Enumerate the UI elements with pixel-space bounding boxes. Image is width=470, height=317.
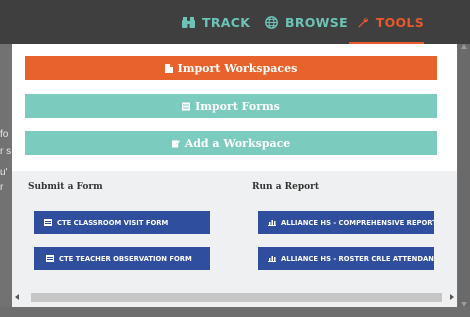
globe-icon [265, 15, 278, 29]
comprehensive-report-button[interactable]: ALLIANCE HS - COMPREHENSIVE REPORT [258, 211, 434, 234]
page-bottom-strip [0, 307, 470, 317]
bar-chart-icon [268, 256, 276, 262]
top-nav: TRACK BROWSE TOOLS [0, 0, 470, 44]
binoculars-icon [182, 16, 195, 28]
add-workspace-button[interactable]: Add a Workspace [25, 131, 437, 155]
import-workspaces-button[interactable]: Import Workspaces [25, 56, 437, 80]
import-forms-label: Import Forms [195, 99, 280, 113]
tools-dropdown-panel: Import Workspaces Import Forms Add a Wor… [12, 44, 457, 307]
nav-browse[interactable]: BROWSE [265, 0, 348, 44]
horizontal-scrollbar[interactable] [12, 292, 457, 303]
nav-track-label: TRACK [202, 14, 251, 30]
import-workspaces-label: Import Workspaces [177, 61, 298, 75]
document-icon [164, 63, 173, 73]
tools-actions-area: Import Workspaces Import Forms Add a Wor… [12, 44, 457, 171]
nav-tools[interactable]: TOOLS [349, 0, 424, 44]
scroll-right-arrow-icon[interactable] [450, 294, 454, 300]
submit-form-heading: Submit a Form [28, 182, 103, 192]
form-icon [44, 219, 52, 226]
underlying-text: r [0, 182, 4, 193]
form-button-label: CTE CLASSROOM VISIT FORM [57, 218, 169, 227]
import-forms-button[interactable]: Import Forms [25, 94, 437, 118]
underlying-text: fo [0, 129, 9, 140]
form-button-label: CTE TEACHER OBSERVATION FORM [59, 254, 192, 263]
scroll-left-arrow-icon[interactable] [15, 294, 19, 300]
scrollbar-thumb[interactable] [31, 293, 442, 302]
nav-browse-label: BROWSE [285, 14, 348, 30]
scroll-up-arrow-icon[interactable] [461, 44, 467, 49]
page-vertical-scrollbar[interactable] [458, 44, 470, 317]
run-report-heading: Run a Report [252, 182, 320, 192]
form-icon [46, 255, 54, 262]
add-workspace-label: Add a Workspace [184, 136, 291, 150]
nav-track[interactable]: TRACK [182, 0, 250, 44]
underlying-text: u' [0, 167, 8, 178]
report-button-label: ALLIANCE HS - ROSTER CRLE ATTENDANCE REP… [281, 254, 434, 263]
wrench-icon [358, 17, 369, 27]
nav-tools-label: TOOLS [375, 14, 424, 30]
report-button-label: ALLIANCE HS - COMPREHENSIVE REPORT [281, 218, 434, 227]
cte-teacher-observation-form-button[interactable]: CTE TEACHER OBSERVATION FORM [34, 247, 210, 270]
roster-crle-attendance-report-button[interactable]: ALLIANCE HS - ROSTER CRLE ATTENDANCE REP… [258, 247, 434, 270]
cte-classroom-visit-form-button[interactable]: CTE CLASSROOM VISIT FORM [34, 211, 210, 234]
bar-chart-icon [268, 220, 276, 226]
underlying-text: r s [0, 146, 12, 157]
edit-icon [171, 139, 180, 147]
form-icon [182, 102, 191, 110]
